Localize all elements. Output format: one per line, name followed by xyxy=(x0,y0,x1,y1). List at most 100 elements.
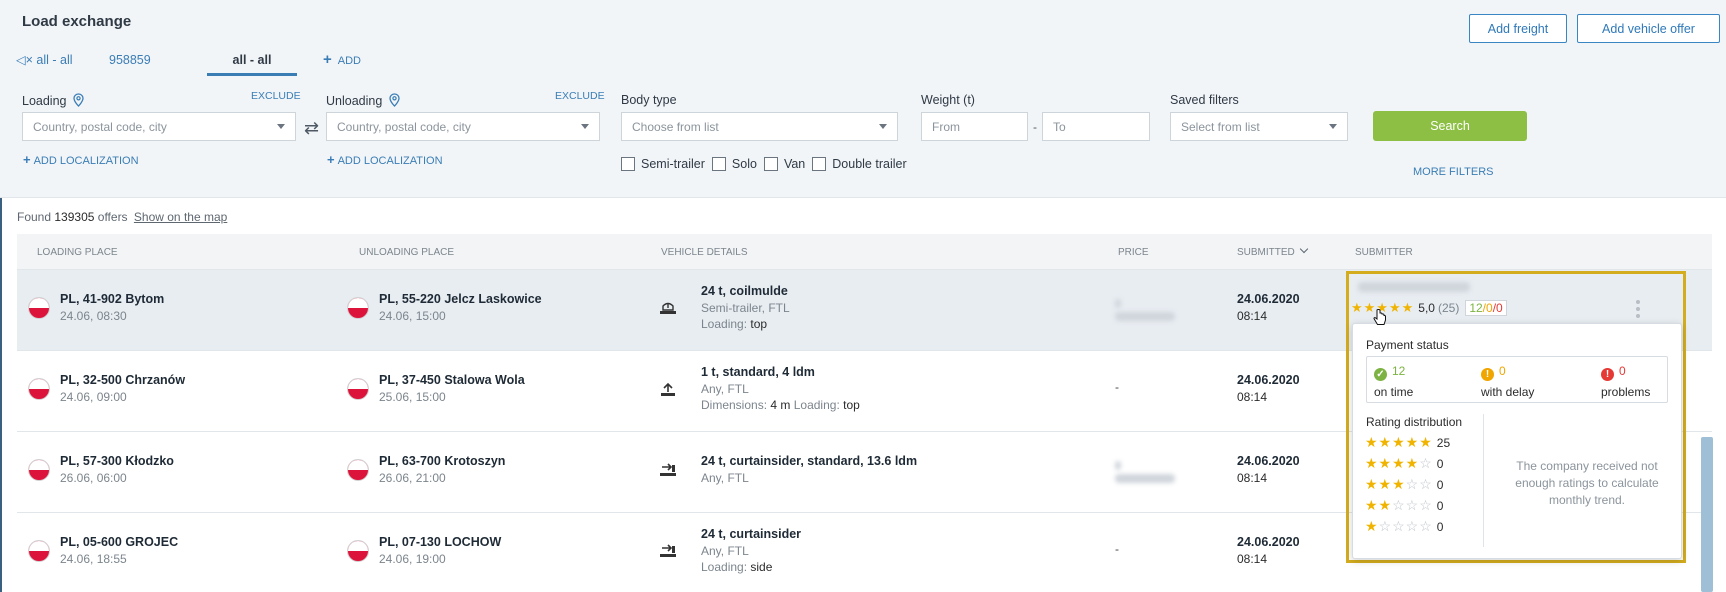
tab-all-muted[interactable]: ◁× all - all xyxy=(16,48,73,76)
location-pin-icon xyxy=(73,93,84,107)
col-submitted[interactable]: SUBMITTED xyxy=(1237,244,1309,258)
filter-panel: Load exchange Add freight Add vehicle of… xyxy=(0,0,1726,198)
results-summary: Found 139305 offers Show on the map xyxy=(17,210,228,224)
col-unloading-place[interactable]: UNLOADING PLACE xyxy=(359,247,454,258)
check-icon: ✓ xyxy=(1374,368,1387,381)
poland-flag-icon xyxy=(347,378,369,400)
poland-flag-icon xyxy=(28,459,50,481)
weight-to-input[interactable]: To xyxy=(1042,112,1150,141)
plus-icon: + xyxy=(323,51,332,68)
mute-icon: ◁× xyxy=(16,53,33,67)
poland-flag-icon xyxy=(347,297,369,319)
payment-on-time: ✓ 12 on time xyxy=(1374,364,1414,399)
price: - xyxy=(1115,542,1119,556)
loading-place: PL, 41-902 Bytom xyxy=(60,292,165,306)
scrollbar-thumb[interactable] xyxy=(1701,437,1713,592)
plus-icon: + xyxy=(23,152,31,167)
add-vehicle-offer-button[interactable]: Add vehicle offer xyxy=(1577,14,1720,43)
loading-label: Loading xyxy=(22,93,84,108)
swap-icon[interactable]: ⇄ xyxy=(304,118,319,139)
loading-time: 24.06, 08:30 xyxy=(60,309,127,323)
vehicle-title: 1 t, standard, 4 ldm xyxy=(701,365,815,379)
popup-divider xyxy=(1483,414,1484,547)
unloading-place: PL, 55-220 Jelcz Laskowice xyxy=(379,292,542,306)
unloading-location-input[interactable]: Country, postal code, city xyxy=(326,112,600,141)
weight-separator: - xyxy=(1033,120,1037,134)
unloading-exclude-link[interactable]: EXCLUDE xyxy=(555,90,605,102)
vehicle-type: Any, FTL xyxy=(701,382,749,396)
col-submitter[interactable]: SUBMITTER xyxy=(1355,247,1413,258)
payment-problems: ! 0 problems xyxy=(1601,364,1651,399)
price-hidden xyxy=(1115,299,1121,308)
rating-2-stars: ★★☆☆☆ 0 xyxy=(1365,497,1444,513)
submitted-date: 24.06.2020 xyxy=(1237,373,1300,387)
saved-filters-select[interactable]: Select from list xyxy=(1170,112,1348,141)
price: - xyxy=(1115,380,1119,394)
tab-958859[interactable]: 958859 xyxy=(109,48,151,76)
add-freight-button[interactable]: Add freight xyxy=(1469,14,1567,43)
loading-add-localization[interactable]: + ADD LOCALIZATION xyxy=(23,152,139,167)
loading-place: PL, 57-300 Kłodzko xyxy=(60,454,174,468)
loading-exclude-link[interactable]: EXCLUDE xyxy=(251,90,301,102)
side-loading-icon xyxy=(660,463,676,476)
rating-popup: Payment status ✓ 12 on time ! 0 with delay… xyxy=(1352,323,1682,559)
search-button[interactable]: Search xyxy=(1373,111,1527,141)
loading-time: 24.06, 18:55 xyxy=(60,552,127,566)
weight-from-input[interactable]: From xyxy=(921,112,1028,141)
unloading-time: 26.06, 21:00 xyxy=(379,471,446,485)
payment-status-box: ✓ 12 on time ! 0 with delay ! 0 problems xyxy=(1366,356,1668,403)
checkbox-double-trailer[interactable]: Double trailer xyxy=(812,157,907,171)
side-loading-icon xyxy=(660,544,676,557)
rating-4-stars: ★★★★☆ 0 xyxy=(1365,455,1444,471)
submitted-time: 08:14 xyxy=(1237,552,1268,566)
tab-all-active[interactable]: all - all xyxy=(207,48,297,76)
poland-flag-icon xyxy=(347,540,369,562)
unloading-add-localization[interactable]: + ADD LOCALIZATION xyxy=(327,152,443,167)
unloading-time: 25.06, 15:00 xyxy=(379,390,446,404)
col-price[interactable]: PRICE xyxy=(1118,247,1149,258)
tab-add[interactable]: + ADD xyxy=(323,48,361,76)
show-on-map-link[interactable]: Show on the map xyxy=(134,210,227,224)
chevron-down-icon xyxy=(879,124,887,129)
unloading-place: PL, 63-700 Krotoszyn xyxy=(379,454,506,468)
submitted-time: 08:14 xyxy=(1237,309,1268,323)
poland-flag-icon xyxy=(347,459,369,481)
loading-time: 26.06, 06:00 xyxy=(60,471,127,485)
unloading-time: 24.06, 19:00 xyxy=(379,552,446,566)
body-type-select[interactable]: Choose from list xyxy=(621,112,898,141)
vehicle-title: 24 t, curtainsider xyxy=(701,527,802,541)
vehicle-type: Any, FTL xyxy=(701,471,749,485)
price-hidden xyxy=(1115,312,1175,321)
checkbox-solo[interactable]: Solo xyxy=(711,157,757,171)
body-type-label: Body type xyxy=(621,93,677,107)
chevron-down-icon xyxy=(581,124,589,129)
chevron-down-icon xyxy=(1329,124,1337,129)
vehicle-type: Semi-trailer, FTL xyxy=(701,301,790,315)
col-loading-place[interactable]: LOADING PLACE xyxy=(37,247,118,258)
monthly-trend-note: The company received not enough ratings … xyxy=(1515,459,1659,507)
body-type-checkboxes: Semi-trailer Solo Van Double trailer xyxy=(621,157,914,171)
error-icon: ! xyxy=(1601,368,1614,381)
star-rating-icon: ★★ xyxy=(1365,497,1393,513)
submitted-date: 24.06.2020 xyxy=(1237,292,1300,306)
more-filters-link[interactable]: MORE FILTERS xyxy=(1413,166,1493,178)
loading-location-input[interactable]: Country, postal code, city xyxy=(22,112,296,141)
sort-chevron-icon xyxy=(1299,244,1309,254)
vehicle-title: 24 t, curtainsider, standard, 13.6 ldm xyxy=(701,454,918,468)
payment-status-title: Payment status xyxy=(1366,338,1449,352)
location-pin-icon xyxy=(389,93,400,107)
star-rating-icon: ★★★★ xyxy=(1365,455,1420,471)
submitted-date: 24.06.2020 xyxy=(1237,535,1300,549)
vehicle-title: 24 t, coilmulde xyxy=(701,284,788,298)
checkbox-van[interactable]: Van xyxy=(763,157,805,171)
star-rating-icon: ★ xyxy=(1365,518,1379,534)
unloading-place: PL, 07-130 LOCHOW xyxy=(379,535,502,549)
checkbox-semi-trailer[interactable]: Semi-trailer xyxy=(621,157,705,171)
col-vehicle-details[interactable]: VEHICLE DETAILS xyxy=(661,247,748,258)
rating-5-stars: ★★★★★ 25 xyxy=(1365,434,1451,450)
saved-filters-label: Saved filters xyxy=(1170,93,1239,107)
unloading-place: PL, 37-450 Stalowa Wola xyxy=(379,373,525,387)
vehicle-loading: Loading: top xyxy=(701,317,768,331)
rating-1-star: ★☆☆☆☆ 0 xyxy=(1365,518,1444,534)
loading-place: PL, 32-500 Chrzanów xyxy=(60,373,186,387)
